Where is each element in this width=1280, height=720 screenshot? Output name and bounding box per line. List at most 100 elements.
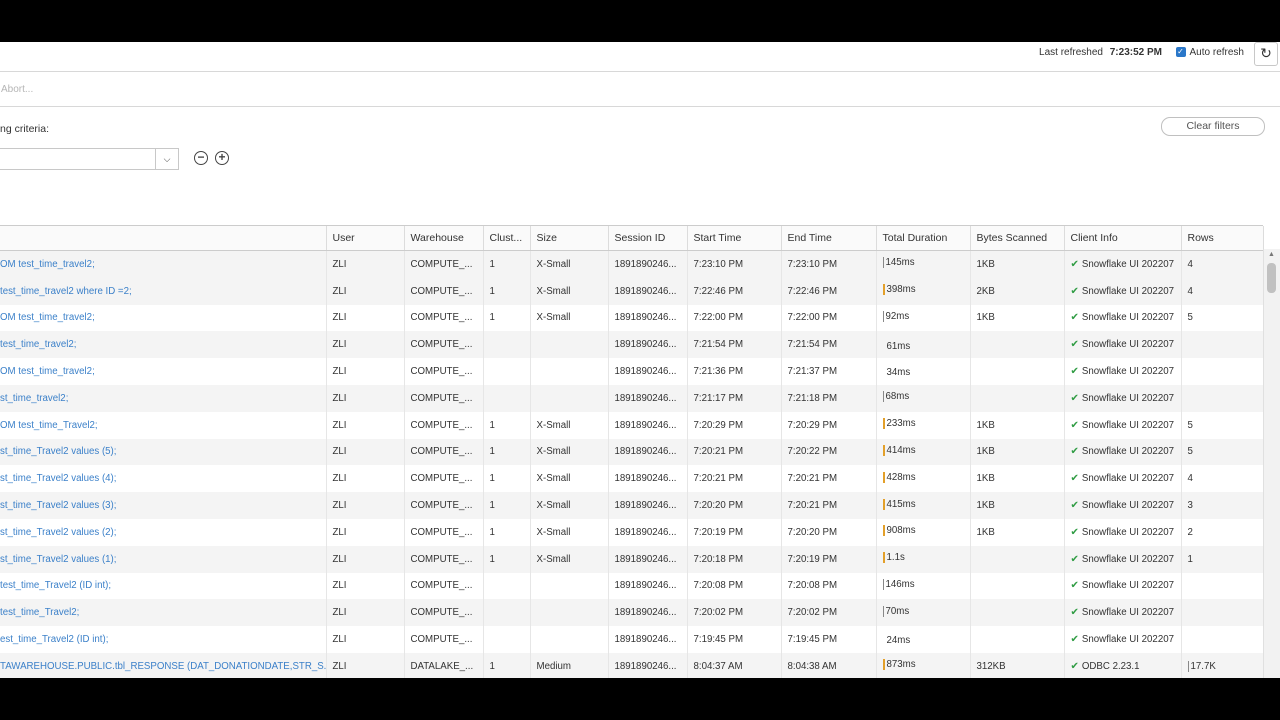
checkmark-icon: ✔ [1070,392,1079,404]
scroll-thumb[interactable] [1267,263,1276,293]
sql-text-cell[interactable]: test_time_travel2; [0,331,327,359]
table-row[interactable]: OM test_time_travel2; ZLI COMPUTE_... 18918… [0,358,1264,385]
table-row[interactable]: test_time_Travel2 (ID int); ZLI COMPUTE_..… [0,572,1264,600]
client-info-cell: ✔ Snowflake UI 202207 [1064,384,1182,412]
user-cell: ZLI [326,545,405,573]
client-info-text: Snowflake UI 202207 [1081,258,1174,270]
session-id-cell: 1891890246... [608,277,688,305]
client-info-cell: ✔ Snowflake UI 202207 [1064,358,1182,385]
sql-text-cell[interactable]: st_time_Travel2 values (1); [0,545,327,573]
client-info-cell: ✔ Snowflake UI 202207 [1064,438,1182,466]
duration-cell: 92ms [876,304,971,332]
sql-text-cell[interactable]: st_time_Travel2 values (2); [0,518,327,546]
scroll-up-icon[interactable]: ▲ [1268,251,1275,258]
table-row[interactable]: OM test_time_travel2; ZLI COMPUTE_... 1 X-Sm… [0,250,1264,278]
client-info-cell: ✔ Snowflake UI 202207 [1064,518,1182,546]
sql-text-cell[interactable]: test_time_Travel2; [0,599,327,627]
user-cell: ZLI [326,411,405,439]
filter-field-select[interactable]: ⌵ [0,148,179,170]
bytes-scanned-cell [970,545,1065,573]
client-info-text: Snowflake UI 202207 [1081,285,1174,297]
sql-text-cell[interactable]: st_time_Travel2 values (4); [0,465,327,493]
client-info-text: Snowflake UI 202207 [1081,312,1174,324]
search-input[interactable] [0,79,601,99]
duration-text: 92ms [885,310,910,322]
cluster-cell: 1 [483,438,531,466]
end-time-cell: 7:20:02 PM [781,599,877,627]
user-cell: ZLI [326,304,405,332]
rows-cell: 5 [1181,438,1264,466]
size-cell: X-Small [530,492,609,519]
refresh-button[interactable]: ↻ [1254,42,1278,66]
column-header[interactable]: User [326,226,405,251]
table-row[interactable]: test_time_travel2; ZLI COMPUTE_... 18918902… [0,331,1264,359]
client-info-text: Snowflake UI 202207 [1081,580,1174,592]
rows-cell: 4 [1181,465,1264,493]
sql-text-cell[interactable]: test_time_travel2 where ID =2; [0,277,327,305]
sql-text-cell[interactable]: OM test_time_Travel2; [0,411,327,439]
sql-text-cell[interactable]: st_time_Travel2 values (5); [0,438,327,466]
column-header[interactable]: Rows [1181,226,1264,251]
minus-circle-icon[interactable]: − [194,151,208,165]
column-header[interactable] [0,226,327,251]
table-row[interactable]: test_time_travel2 where ID =2; ZLI COMPUTE… [0,277,1264,305]
column-header[interactable]: Size [530,226,609,251]
duration-cell: 908ms [876,518,971,546]
sql-text-cell[interactable]: est_time_Travel2 (ID int); [0,626,327,653]
rows-cell [1181,599,1264,627]
sql-text-cell[interactable]: TAWAREHOUSE.PUBLIC.tbl_RESPONSE (DAT_DON… [0,652,327,678]
sql-text-cell[interactable]: OM test_time_travel2; [0,250,327,278]
chevron-down-icon[interactable]: ⌵ [155,149,178,169]
table-row[interactable]: est_time_Travel2 (ID int); ZLI COMPUTE_...… [0,626,1264,653]
vertical-scrollbar[interactable]: ▲ [1263,249,1280,678]
end-time-cell: 7:21:54 PM [781,331,877,359]
end-time-cell: 7:20:21 PM [781,465,877,493]
start-time-cell: 7:21:17 PM [687,384,782,412]
column-header[interactable]: Session ID [608,226,688,251]
column-header[interactable]: Start Time [687,226,782,251]
table-row[interactable]: OM test_time_travel2; ZLI COMPUTE_... 1 X-Sm… [0,304,1264,332]
end-time-cell: 7:22:46 PM [781,277,877,305]
rows-cell: 3 [1181,492,1264,519]
warehouse-cell: COMPUTE_... [404,277,484,305]
clear-filters-button[interactable]: Clear filters [1161,117,1265,136]
table-row[interactable]: st_time_Travel2 values (5); ZLI COMPUTE_..… [0,438,1264,466]
rows-bar [1187,660,1189,672]
warehouse-cell: COMPUTE_... [404,358,484,385]
sql-text-cell[interactable]: st_time_Travel2 values (3); [0,492,327,519]
auto-refresh-toggle[interactable]: ✓ Auto refresh [1175,42,1244,62]
column-header[interactable]: Warehouse [404,226,484,251]
table-row[interactable]: TAWAREHOUSE.PUBLIC.tbl_RESPONSE (DAT_DON… [0,652,1264,678]
warehouse-cell: COMPUTE_... [404,545,484,573]
column-header[interactable]: Bytes Scanned [970,226,1065,251]
column-header[interactable]: Client Info [1064,226,1182,251]
sql-text-cell[interactable]: OM test_time_travel2; [0,304,327,332]
column-header[interactable]: End Time [781,226,877,251]
table-row[interactable]: st_time_Travel2 values (4); ZLI COMPUTE_..… [0,465,1264,493]
checkmark-icon: ✔ [1070,526,1079,538]
auto-refresh-checkbox[interactable]: ✓ [1175,47,1186,57]
session-id-cell: 1891890246... [608,465,688,493]
duration-cell: 398ms [876,277,971,305]
table-row[interactable]: test_time_Travel2; ZLI COMPUTE_... 18918902… [0,599,1264,627]
start-time-cell: 7:23:10 PM [687,250,782,278]
plus-circle-icon[interactable]: + [215,151,229,165]
table-row[interactable]: st_time_Travel2 values (1); ZLI COMPUTE_..… [0,545,1264,573]
table-row[interactable]: st_time_travel2; ZLI COMPUTE_... 1891890246… [0,384,1264,412]
column-header[interactable]: Total Duration [876,226,971,251]
table-row[interactable]: OM test_time_Travel2; ZLI COMPUTE_... 1 X-Sm… [0,411,1264,439]
sql-text-cell[interactable]: OM test_time_travel2; [0,358,327,385]
last-refreshed-time: 7:23:52 PM [1109,47,1162,58]
checkmark-icon: ✔ [1070,553,1079,565]
table-row[interactable]: st_time_Travel2 values (2); ZLI COMPUTE_..… [0,518,1264,546]
rows-cell: 2 [1181,518,1264,546]
checkmark-icon: ✔ [1070,473,1079,485]
column-header[interactable]: Clust... [483,226,531,251]
sql-text-cell[interactable]: test_time_Travel2 (ID int); [0,572,327,600]
session-id-cell: 1891890246... [608,250,688,278]
warehouse-cell: COMPUTE_... [404,411,484,439]
table-row[interactable]: st_time_Travel2 values (3); ZLI COMPUTE_..… [0,492,1264,519]
sql-text-cell[interactable]: st_time_travel2; [0,384,327,412]
duration-bar [882,284,885,296]
start-time-cell: 7:22:00 PM [687,304,782,332]
